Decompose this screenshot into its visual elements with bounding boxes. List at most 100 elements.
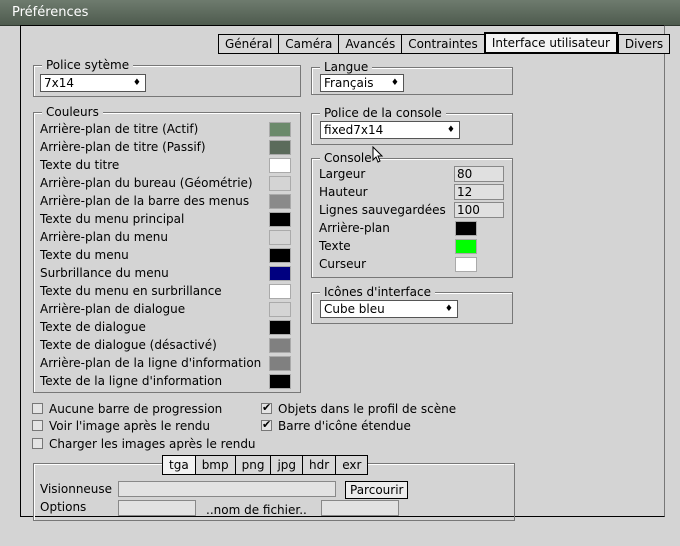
chevron-updown-icon: ♦ xyxy=(444,304,453,314)
color-swatch[interactable] xyxy=(269,248,291,263)
color-swatch[interactable] xyxy=(269,320,291,335)
console-text-swatch[interactable] xyxy=(455,239,477,254)
color-label: Arrière-plan de dialogue xyxy=(40,302,186,316)
browse-button[interactable]: Parcourir xyxy=(345,481,409,499)
scene-objects-label: Objets dans le profil de scène xyxy=(278,402,457,416)
color-label: Arrière-plan de titre (Passif) xyxy=(40,140,206,154)
color-label: Arrière-plan de la barre des menus xyxy=(40,194,250,208)
system-font-select[interactable]: 7x14 ♦ xyxy=(40,74,146,92)
icon-bar-label: Barre d'icône étendue xyxy=(278,419,411,433)
color-swatch[interactable] xyxy=(269,338,291,353)
checkmark-icon: ✔ xyxy=(262,401,272,414)
color-swatch[interactable] xyxy=(269,122,291,137)
color-swatch[interactable] xyxy=(269,266,291,281)
scene-objects-checkbox[interactable]: ✔ Objets dans le profil de scène xyxy=(261,401,456,417)
color-swatch[interactable] xyxy=(269,374,291,389)
color-swatch[interactable] xyxy=(269,284,291,299)
viewer-input[interactable] xyxy=(118,481,336,497)
color-swatch[interactable] xyxy=(269,302,291,317)
height-input[interactable]: 12 xyxy=(454,184,504,200)
mouse-pointer-icon xyxy=(372,146,384,163)
checkbox-box[interactable] xyxy=(32,420,43,431)
icon-bar-checkbox[interactable]: ✔ Barre d'icône étendue xyxy=(261,418,411,434)
color-swatch[interactable] xyxy=(269,230,291,245)
color-swatch[interactable] xyxy=(269,176,291,191)
format-tab-exr[interactable]: exr xyxy=(335,455,369,475)
color-label: Arrière-plan de titre (Actif) xyxy=(40,122,199,136)
chevron-updown-icon: ♦ xyxy=(132,78,141,88)
colors-title: Couleurs xyxy=(42,105,103,119)
system-font-title: Police sytème xyxy=(42,58,134,72)
system-font-value: 7x14 xyxy=(44,76,75,90)
console-title: Console xyxy=(320,151,376,165)
options-label: Options xyxy=(40,500,87,514)
console-font-select[interactable]: fixed7x14 ♦ xyxy=(320,121,460,139)
format-tab-bmp[interactable]: bmp xyxy=(194,455,235,475)
no-progress-checkbox[interactable]: Aucune barre de progression xyxy=(32,401,222,417)
color-label: Texte du titre xyxy=(40,158,120,172)
no-progress-label: Aucune barre de progression xyxy=(49,402,223,416)
color-label: Texte de dialogue xyxy=(40,320,146,334)
format-tab-png[interactable]: png xyxy=(234,455,271,475)
color-swatch[interactable] xyxy=(269,140,291,155)
console-text-label: Texte xyxy=(319,239,351,253)
preferences-window: Préférences Général Caméra Avancés Contr… xyxy=(0,0,680,546)
load-after-render-label: Charger les images après le rendu xyxy=(49,437,256,451)
console-bg-label: Arrière-plan xyxy=(319,221,390,235)
format-tab-hdr[interactable]: hdr xyxy=(302,455,336,475)
console-bg-swatch[interactable] xyxy=(455,221,477,236)
tab-user-interface[interactable]: Interface utilisateur xyxy=(483,32,618,54)
tab-general[interactable]: Général xyxy=(218,34,279,54)
title-bar[interactable]: Préférences xyxy=(0,0,680,26)
format-tab-tga[interactable]: tga xyxy=(162,455,195,475)
view-after-render-label: Voir l'image après le rendu xyxy=(49,419,211,433)
console-cursor-swatch[interactable] xyxy=(455,257,477,272)
viewer-label: Visionneuse xyxy=(40,482,113,496)
saved-lines-label: Lignes sauvegardées xyxy=(319,203,446,217)
color-label: Texte de la ligne d'information xyxy=(40,374,223,388)
language-value: Français xyxy=(324,76,374,90)
format-tab-jpg[interactable]: jpg xyxy=(270,455,303,475)
color-label: Arrière-plan du menu xyxy=(40,230,169,244)
console-font-value: fixed7x14 xyxy=(324,123,384,137)
width-input[interactable]: 80 xyxy=(454,166,504,182)
view-after-render-checkbox[interactable]: Voir l'image après le rendu xyxy=(32,418,210,434)
tab-bar: Général Caméra Avancés Contraintes Inter… xyxy=(218,32,671,54)
color-swatch[interactable] xyxy=(269,194,291,209)
filename-label: ..nom de fichier.. xyxy=(206,503,307,517)
height-label: Hauteur xyxy=(319,185,368,199)
window-title: Préférences xyxy=(12,5,89,20)
color-swatch[interactable] xyxy=(269,212,291,227)
load-after-render-checkbox[interactable]: Charger les images après le rendu xyxy=(32,436,256,452)
language-title: Langue xyxy=(320,60,373,74)
chevron-updown-icon: ♦ xyxy=(390,78,399,88)
tab-constraints[interactable]: Contraintes xyxy=(401,34,484,54)
color-label: Texte de dialogue (désactivé) xyxy=(40,338,217,352)
color-label: Texte du menu en surbrillance xyxy=(40,284,222,298)
checkbox-box[interactable] xyxy=(32,438,43,449)
color-swatch[interactable] xyxy=(269,356,291,371)
tab-camera[interactable]: Caméra xyxy=(278,34,339,54)
color-label: Surbrillance du menu xyxy=(40,266,169,280)
color-label: Texte du menu principal xyxy=(40,212,185,226)
options-input[interactable] xyxy=(118,500,196,516)
tab-advanced[interactable]: Avancés xyxy=(338,34,402,54)
checkbox-box[interactable]: ✔ xyxy=(261,401,272,414)
checkmark-icon: ✔ xyxy=(262,418,272,431)
image-format-tabs: tga bmp png jpg hdr exr xyxy=(162,455,369,475)
color-label: Texte du menu xyxy=(40,248,129,262)
filename-suffix-input[interactable] xyxy=(321,500,399,516)
language-select[interactable]: Français ♦ xyxy=(320,74,404,92)
interface-icons-select[interactable]: Cube bleu ♦ xyxy=(320,300,458,318)
chevron-updown-icon: ♦ xyxy=(446,125,455,135)
console-cursor-label: Curseur xyxy=(319,257,367,271)
tab-misc[interactable]: Divers xyxy=(617,34,671,54)
color-swatch[interactable] xyxy=(269,158,291,173)
interface-icons-title: Icônes d'interface xyxy=(320,285,435,299)
saved-lines-input[interactable]: 100 xyxy=(454,202,504,218)
checkbox-box[interactable]: ✔ xyxy=(261,418,272,431)
interface-icons-value: Cube bleu xyxy=(324,302,385,316)
checkbox-box[interactable] xyxy=(32,403,43,414)
console-font-title: Police de la console xyxy=(320,106,446,120)
color-label: Arrière-plan du bureau (Géométrie) xyxy=(40,176,253,190)
